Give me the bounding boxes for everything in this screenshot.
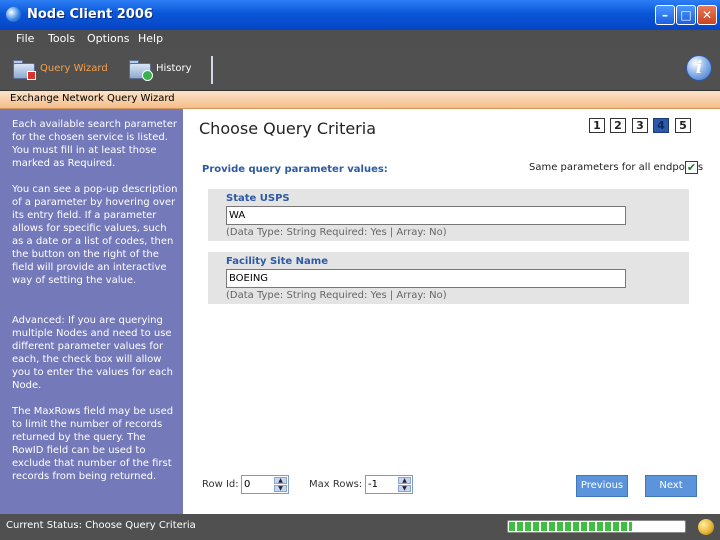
menu-bar: File Tools Options Help bbox=[0, 30, 720, 49]
history-icon bbox=[128, 57, 154, 81]
step-2: 2 bbox=[610, 118, 626, 133]
row-id-down-button[interactable]: ▼ bbox=[274, 485, 287, 492]
toolbar: Query Wizard History i bbox=[0, 49, 720, 91]
wizard-header: Exchange Network Query Wizard bbox=[0, 91, 720, 109]
max-rows-input[interactable] bbox=[368, 478, 396, 491]
app-icon bbox=[6, 7, 21, 22]
menu-file[interactable]: File bbox=[16, 32, 34, 45]
section-subtitle: Provide query parameter values: bbox=[202, 164, 388, 175]
title-bar[interactable]: Node Client 2006 – □ ✕ bbox=[0, 0, 720, 30]
facility-site-name-input[interactable] bbox=[226, 269, 626, 288]
param-info: (Data Type: String Required: Yes | Array… bbox=[226, 290, 447, 301]
help-paragraph: Each available search parameter for the … bbox=[12, 119, 177, 169]
step-3: 3 bbox=[632, 118, 648, 133]
page-title: Choose Query Criteria bbox=[199, 119, 377, 138]
wizard-header-text: Exchange Network Query Wizard bbox=[10, 93, 175, 104]
param-facility-site-name: Facility Site Name (Data Type: String Re… bbox=[208, 252, 689, 304]
same-params-checkbox[interactable]: ✔ bbox=[685, 161, 698, 174]
step-1: 1 bbox=[589, 118, 605, 133]
query-wizard-icon bbox=[12, 57, 38, 81]
step-5: 5 bbox=[675, 118, 691, 133]
close-button[interactable]: ✕ bbox=[697, 5, 717, 25]
row-id-label: Row Id: bbox=[202, 479, 239, 490]
next-button[interactable]: Next bbox=[645, 475, 697, 497]
info-icon[interactable]: i bbox=[686, 55, 712, 81]
menu-tools[interactable]: Tools bbox=[48, 32, 75, 45]
progress-bar bbox=[507, 520, 686, 533]
row-id-stepper[interactable]: ▲ ▼ bbox=[241, 475, 289, 494]
max-rows-up-button[interactable]: ▲ bbox=[398, 477, 411, 484]
query-wizard-button[interactable]: Query Wizard bbox=[12, 57, 108, 83]
status-text: Current Status: Choose Query Criteria bbox=[6, 520, 196, 531]
help-pane: Each available search parameter for the … bbox=[0, 109, 183, 514]
menu-help[interactable]: Help bbox=[138, 32, 163, 45]
maximize-button[interactable]: □ bbox=[676, 5, 696, 25]
param-name: State USPS bbox=[226, 193, 290, 204]
param-info: (Data Type: String Required: Yes | Array… bbox=[226, 227, 447, 238]
same-params-label: Same parameters for all endpoints bbox=[529, 162, 704, 173]
max-rows-stepper[interactable]: ▲ ▼ bbox=[365, 475, 413, 494]
previous-button[interactable]: Previous bbox=[576, 475, 628, 497]
help-paragraph: Advanced: If you are querying multiple N… bbox=[12, 315, 173, 391]
max-rows-label: Max Rows: bbox=[309, 479, 363, 490]
menu-options[interactable]: Options bbox=[87, 32, 129, 45]
window-title: Node Client 2006 bbox=[27, 7, 153, 22]
history-label: History bbox=[156, 63, 192, 74]
query-wizard-label: Query Wizard bbox=[40, 63, 108, 74]
max-rows-down-button[interactable]: ▼ bbox=[398, 485, 411, 492]
param-name: Facility Site Name bbox=[226, 256, 328, 267]
status-bar: Current Status: Choose Query Criteria bbox=[0, 514, 720, 540]
row-id-input[interactable] bbox=[244, 478, 272, 491]
status-icon bbox=[698, 519, 714, 535]
main-panel: Choose Query Criteria 1 2 3 4 5 Provide … bbox=[183, 109, 720, 514]
help-paragraph: The MaxRows field may be used to limit t… bbox=[12, 406, 174, 482]
param-state-usps: State USPS (Data Type: String Required: … bbox=[208, 189, 689, 241]
minimize-button[interactable]: – bbox=[655, 5, 675, 25]
history-button[interactable]: History bbox=[128, 57, 198, 83]
state-usps-input[interactable] bbox=[226, 206, 626, 225]
step-4-active: 4 bbox=[653, 118, 669, 133]
row-id-up-button[interactable]: ▲ bbox=[274, 477, 287, 484]
step-indicator: 1 2 3 4 5 bbox=[589, 118, 693, 134]
toolbar-separator bbox=[211, 56, 213, 84]
progress-fill bbox=[509, 522, 632, 531]
help-paragraph: You can see a pop-up description of a pa… bbox=[12, 184, 178, 286]
